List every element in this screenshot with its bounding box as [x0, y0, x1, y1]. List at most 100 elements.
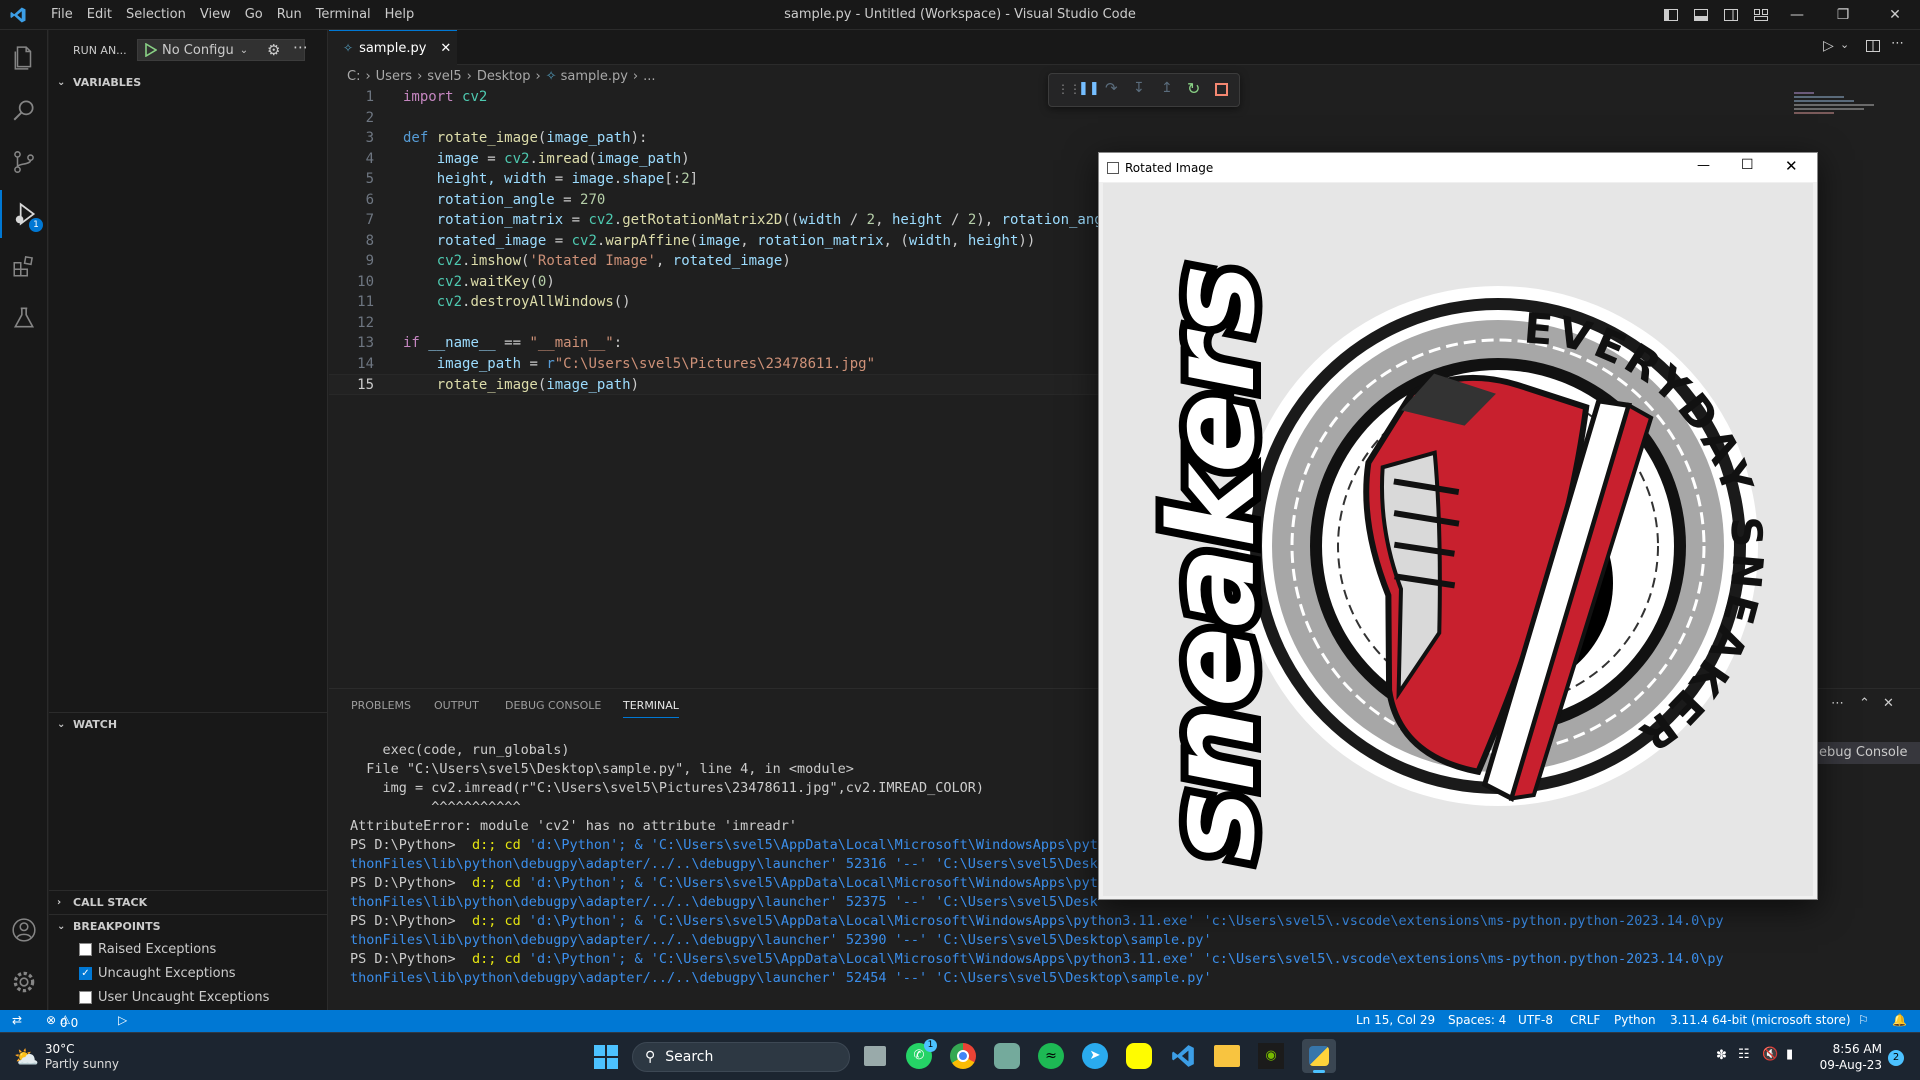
split-editor-icon[interactable] [1865, 38, 1881, 58]
notification-center-badge[interactable]: 2 [1888, 1050, 1904, 1066]
snapchat-icon[interactable] [1126, 1043, 1152, 1069]
telegram-icon[interactable]: ➤ [1082, 1043, 1108, 1069]
extensions-icon[interactable] [0, 242, 48, 290]
task-view-icon[interactable] [864, 1046, 886, 1066]
network-icon[interactable]: ☷ [1738, 1047, 1750, 1062]
editor-more-actions-icon[interactable]: ⋯ [1891, 36, 1904, 51]
tab-problems[interactable]: PROBLEMS [351, 699, 411, 712]
debug-status-icon[interactable]: ▷ [118, 1013, 127, 1027]
volume-muted-icon[interactable]: 🔇 [1762, 1047, 1778, 1062]
explorer-icon[interactable] [0, 34, 48, 82]
line-number: 6 [365, 191, 374, 208]
menu-selection[interactable]: Selection [119, 0, 193, 30]
line-ending[interactable]: CRLF [1570, 1013, 1600, 1027]
source-control-icon[interactable] [0, 138, 48, 186]
checkbox-unchecked[interactable] [79, 990, 92, 1004]
menu-help[interactable]: Help [378, 0, 422, 30]
terminal-line: PS D:\Python> d:; cd 'd:\Python'; & 'C:\… [350, 836, 1114, 855]
close-tab-icon[interactable]: ✕ [440, 41, 451, 56]
breadcrumb-item[interactable]: ... [643, 69, 655, 84]
popup-title-bar[interactable]: Rotated Image — ☐ ✕ [1099, 153, 1817, 182]
debug-settings-gear-icon[interactable]: ⚙ [267, 41, 280, 59]
tab-terminal[interactable]: TERMINAL [623, 699, 679, 718]
chevron-right-icon: › [632, 68, 639, 84]
close-panel-icon[interactable]: ✕ [1883, 696, 1894, 711]
menu-edit[interactable]: Edit [80, 0, 119, 30]
start-windows-icon[interactable] [594, 1045, 618, 1069]
rotated-image-window[interactable]: Rotated Image — ☐ ✕ EVERYDAY SNEAKER sne… [1098, 152, 1818, 900]
whatsapp-icon[interactable]: ✆ 1 [906, 1039, 937, 1069]
start-debugging-icon[interactable] [138, 43, 162, 57]
minimize-button[interactable]: — [1774, 0, 1820, 30]
checkbox-unchecked[interactable] [79, 942, 92, 956]
customize-layout-icon[interactable] [1746, 0, 1776, 30]
breakpoint-uncaught-exceptions[interactable]: ✓ Uncaught Exceptions [79, 962, 236, 984]
menu-file[interactable]: File [44, 0, 80, 30]
restore-button[interactable]: ❐ [1820, 0, 1866, 30]
popup-minimize-button[interactable]: — [1697, 158, 1710, 173]
taskbar-search-box[interactable]: ⚲ Search [632, 1042, 850, 1072]
settings-gear-icon[interactable] [0, 958, 48, 1006]
problems-indicator[interactable]: ⊗ 0 ⚠ 0 [46, 1013, 78, 1030]
remote-icon[interactable]: ⇄ [12, 1013, 22, 1027]
menu-view[interactable]: View [193, 0, 238, 30]
menu-terminal[interactable]: Terminal [309, 0, 378, 30]
checkbox-checked[interactable]: ✓ [79, 966, 92, 980]
code-token: ] [689, 171, 699, 187]
call-stack-section-header[interactable]: › CALL STACK [49, 891, 328, 913]
popup-maximize-button[interactable]: ☐ [1741, 157, 1754, 173]
breadcrumb-item[interactable]: svel5 [427, 69, 461, 84]
testing-flask-icon[interactable] [0, 294, 48, 342]
battery-icon[interactable]: ▮ [1786, 1047, 1793, 1062]
indentation[interactable]: Spaces: 4 [1448, 1013, 1506, 1027]
account-icon[interactable] [0, 906, 48, 954]
run-debug-icon[interactable]: 1 [0, 190, 48, 238]
tab-sample-py[interactable]: ✧ sample.py ✕ [329, 30, 457, 65]
nvidia-icon[interactable]: ◉ [1258, 1043, 1284, 1069]
python-interpreter[interactable]: 3.11.4 64-bit (microsoft store) [1670, 1013, 1851, 1027]
watch-section-header[interactable]: ⌄ WATCH [49, 713, 328, 735]
breadcrumb-item[interactable]: Users [376, 69, 412, 84]
python-app-icon[interactable] [1302, 1039, 1336, 1073]
more-actions-icon[interactable]: ⋯ [293, 38, 308, 56]
popup-close-button[interactable]: ✕ [1785, 157, 1798, 175]
language-mode[interactable]: Python [1614, 1013, 1656, 1027]
code-token: ) [681, 150, 690, 167]
weather-widget[interactable]: ⛅ 30°C Partly sunny [14, 1041, 119, 1073]
breadcrumb-item[interactable]: sample.py [561, 69, 628, 84]
toggle-panel-icon[interactable] [1686, 0, 1716, 30]
panel-more-icon[interactable]: ⋯ [1831, 696, 1844, 711]
menu-go[interactable]: Go [238, 0, 270, 30]
chatgpt-icon[interactable] [994, 1043, 1020, 1069]
run-python-file-icon[interactable]: ▷ [1823, 38, 1834, 54]
spotify-icon[interactable]: ≈ [1038, 1043, 1064, 1069]
toggle-secondary-sidebar-icon[interactable] [1716, 0, 1746, 30]
breadcrumb-item[interactable]: Desktop [477, 69, 531, 84]
breakpoint-raised-exceptions[interactable]: Raised Exceptions [79, 938, 216, 960]
close-button[interactable]: ✕ [1872, 0, 1918, 30]
encoding[interactable]: UTF-8 [1518, 1013, 1553, 1027]
search-icon[interactable] [0, 86, 48, 134]
maximize-panel-chevron-up-icon[interactable]: ⌃ [1859, 696, 1870, 711]
breadcrumb-item[interactable]: C: [347, 69, 360, 84]
run-chevron-down-icon[interactable]: ⌄ [1840, 38, 1849, 51]
terminal-line: AttributeError: module 'cv2' has no attr… [350, 818, 798, 834]
tab-debug-console[interactable]: DEBUG CONSOLE [505, 699, 601, 712]
breakpoints-section-header[interactable]: ⌄ BREAKPOINTS [49, 915, 328, 937]
tab-output[interactable]: OUTPUT [434, 699, 479, 712]
vscode-taskbar-icon[interactable] [1170, 1043, 1196, 1069]
breakpoint-user-uncaught-exceptions[interactable]: User Uncaught Exceptions [79, 986, 269, 1008]
variables-section-header[interactable]: ⌄ VARIABLES [49, 71, 328, 93]
toggle-sidebar-icon[interactable] [1656, 0, 1686, 30]
menu-run[interactable]: Run [270, 0, 309, 30]
feedback-icon[interactable]: ⚐ [1858, 1013, 1869, 1027]
minimap[interactable] [1794, 92, 1884, 122]
chrome-icon[interactable] [950, 1043, 976, 1069]
logo-graffiti-text: sneakers [1143, 265, 1281, 862]
terminal-list-debug-console[interactable]: ebug Console [1813, 742, 1920, 764]
notifications-bell-icon[interactable]: 🔔 [1892, 1013, 1907, 1027]
cursor-position[interactable]: Ln 15, Col 29 [1356, 1013, 1435, 1027]
system-tray-wifi-icon[interactable]: ✽ [1716, 1048, 1727, 1063]
clock[interactable]: 8:56 AM 09-Aug-23 [1812, 1041, 1882, 1073]
file-explorer-icon[interactable] [1214, 1045, 1240, 1067]
